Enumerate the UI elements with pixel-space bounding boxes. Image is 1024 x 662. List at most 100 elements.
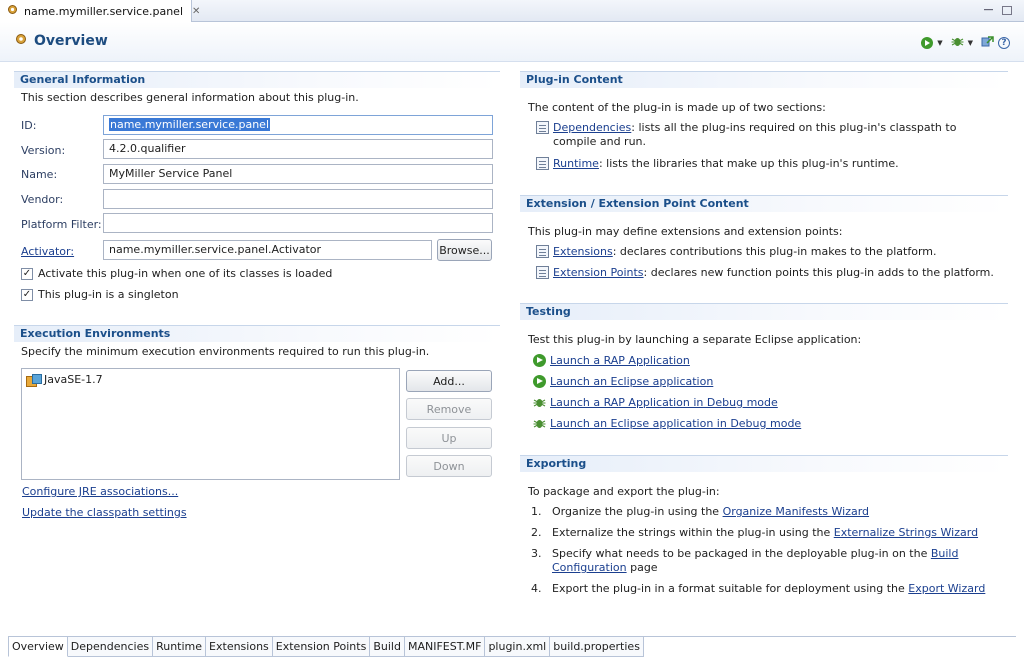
extension-content-description: This plug-in may define extensions and e… [528,225,843,238]
debug-dropdown-icon[interactable]: ▼ [968,39,973,47]
vendor-field[interactable] [103,189,493,209]
launch-rap-link[interactable]: Launch a RAP Application [550,354,690,368]
step-text: Specify what needs to be packaged in the… [552,547,931,560]
editor-tab-label: name.mymiller.service.panel [24,4,183,18]
browse-button[interactable]: Browse... [437,239,492,261]
page-icon [536,245,549,258]
tab-extensions[interactable]: Extensions [206,637,273,657]
testing-description: Test this plug-in by launching a separat… [528,333,862,346]
run-icon[interactable] [921,37,934,49]
step-number: 3. [531,547,542,560]
tab-overview[interactable]: Overview [8,637,68,657]
step-text: Externalize the strings within the plug-… [552,526,834,539]
page-title: Overview [14,32,108,49]
plugin-icon [6,3,19,19]
editor-tab[interactable]: name.mymiller.service.panel ✕ [0,0,200,22]
singleton-checkbox-mark: ✓ [21,288,33,301]
step-number: 2. [531,526,542,539]
exporting-header[interactable]: Exporting [520,455,1008,472]
launch-eclipse-link[interactable]: Launch an Eclipse application [550,375,713,389]
minimize-icon[interactable] [982,3,994,15]
execution-environments-description: Specify the minimum execution environmen… [21,345,430,358]
tab-build[interactable]: Build [370,637,405,657]
general-info-description: This section describes general informati… [21,91,359,104]
step-text: Export the plug-in in a format suitable … [552,582,909,595]
tab-dependencies[interactable]: Dependencies [67,637,154,657]
page-icon [536,266,549,279]
id-label: ID: [21,119,37,132]
activator-field[interactable]: name.mymiller.service.panel.Activator [103,240,432,260]
activate-checkbox-label: Activate this plug-in when one of its cl… [38,267,333,280]
debug-icon[interactable] [951,35,964,51]
debug-rap-row: Launch a RAP Application in Debug mode [533,396,993,410]
debug-icon [533,417,546,430]
debug-eclipse-link[interactable]: Launch an Eclipse application in Debug m… [550,417,801,431]
tab-build-properties[interactable]: build.properties [550,637,644,657]
dependencies-link[interactable]: Dependencies [553,121,631,134]
plugin-content-description: The content of the plug-in is made up of… [528,101,826,114]
tab-extension-points[interactable]: Extension Points [272,637,371,657]
export-wizard-link[interactable]: Export Wizard [908,582,985,595]
exporting-description: To package and export the plug-in: [528,485,720,498]
runtime-row: Runtime: lists the libraries that make u… [536,157,996,171]
list-item[interactable]: JavaSE-1.7 [26,373,103,387]
form-header: Overview ▼ ▼ ? [0,22,1024,62]
id-field[interactable]: name.mymiller.service.panel [103,115,493,135]
export-step: 3. Specify what needs to be packaged in … [531,547,1001,575]
update-classpath-link[interactable]: Update the classpath settings [22,506,187,519]
version-field[interactable]: 4.2.0.qualifier [103,139,493,159]
launch-rap-row: Launch a RAP Application [533,354,993,368]
export-step: 4. Export the plug-in in a format suitab… [531,582,1001,596]
tab-runtime[interactable]: Runtime [153,637,207,657]
tab-plugin-xml[interactable]: plugin.xml [485,637,551,657]
execution-environments-list[interactable]: JavaSE-1.7 [21,368,400,480]
help-icon[interactable]: ? [998,37,1010,49]
singleton-checkbox[interactable]: ✓ This plug-in is a singleton [21,288,179,301]
activate-checkbox-mark: ✓ [21,267,33,280]
organize-manifests-link[interactable]: Organize Manifests Wizard [723,505,869,518]
tab-manifest[interactable]: MANIFEST.MF [404,637,486,657]
extensions-link[interactable]: Extensions [553,245,613,258]
runtime-link[interactable]: Runtime [553,157,599,170]
step-text-suffix: page [626,561,658,574]
extensions-row: Extensions: declares contributions this … [536,245,996,259]
form-toolbar: ▼ ▼ ? [921,35,1010,51]
step-number: 4. [531,582,542,595]
debug-rap-link[interactable]: Launch a RAP Application in Debug mode [550,396,778,410]
add-button[interactable]: Add... [406,370,492,392]
run-icon [533,354,546,367]
run-dropdown-icon[interactable]: ▼ [937,39,942,47]
runtime-text: : lists the libraries that make up this … [598,157,899,170]
page-icon [536,121,549,134]
singleton-checkbox-label: This plug-in is a singleton [38,288,179,301]
up-button[interactable]: Up [406,427,492,449]
remove-button[interactable]: Remove [406,398,492,420]
extension-points-link[interactable]: Extension Points [553,266,644,279]
page-title-text: Overview [34,32,108,49]
externalize-strings-link[interactable]: Externalize Strings Wizard [834,526,978,539]
configure-jre-link[interactable]: Configure JRE associations... [22,485,178,498]
overview-icon [14,32,28,49]
editor-page-tabs: Overview Dependencies Runtime Extensions… [8,636,644,657]
activator-link[interactable]: Activator: [21,245,74,258]
name-field[interactable]: MyMiller Service Panel [103,164,493,184]
export-step: 1. Organize the plug-in using the Organi… [531,505,1001,519]
testing-header[interactable]: Testing [520,303,1008,320]
plugin-content-header[interactable]: Plug-in Content [520,71,1008,88]
debug-icon [533,396,546,409]
version-label: Version: [21,144,66,157]
extension-content-header[interactable]: Extension / Extension Point Content [520,195,1008,212]
editor-tab-bar: name.mymiller.service.panel ✕ [0,0,1024,22]
close-icon[interactable]: ✕ [192,6,200,17]
step-text: Organize the plug-in using the [552,505,723,518]
platform-filter-label: Platform Filter: [21,218,102,231]
execution-environments-header[interactable]: Execution Environments [14,325,500,342]
list-item-label: JavaSE-1.7 [44,373,103,386]
down-button[interactable]: Down [406,455,492,477]
maximize-icon[interactable] [1002,6,1012,15]
activate-checkbox[interactable]: ✓ Activate this plug-in when one of its … [21,267,332,280]
export-step: 2. Externalize the strings within the pl… [531,526,1001,540]
platform-filter-field[interactable] [103,213,493,233]
general-info-header[interactable]: General Information [14,71,500,88]
export-icon[interactable] [981,35,994,51]
